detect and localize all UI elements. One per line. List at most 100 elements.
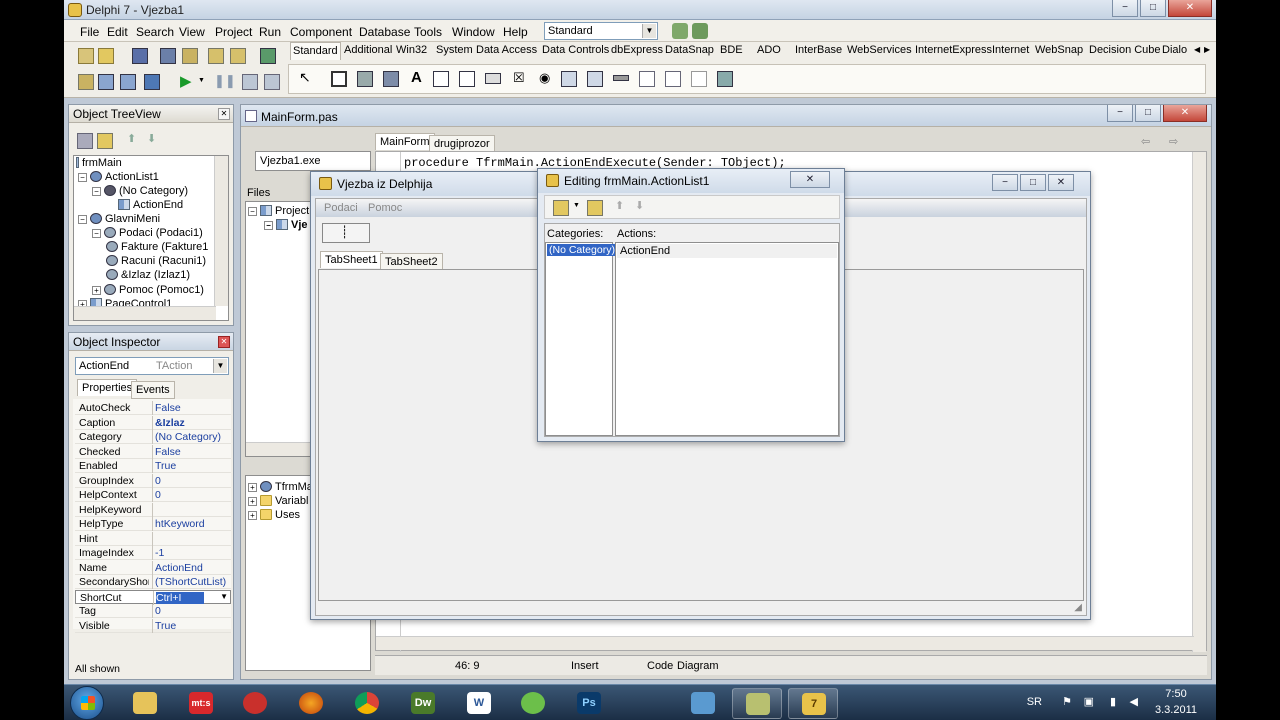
toggle-form-unit-icon[interactable]: [120, 74, 136, 90]
taskbar-notes[interactable]: [732, 688, 782, 719]
palette-tab-internet[interactable]: Internet: [990, 44, 1031, 60]
tree-item[interactable]: + Uses: [248, 509, 300, 521]
chevron-down-icon[interactable]: ▼: [573, 202, 580, 209]
tree-item[interactable]: + Pomoc (Pomoc1): [92, 284, 204, 296]
start-button[interactable]: [70, 686, 104, 720]
palette-scroll-left-icon[interactable]: ◀: [1194, 45, 1200, 54]
open-project-icon[interactable]: [182, 48, 198, 64]
palette-tab-win32[interactable]: Win32: [394, 44, 429, 60]
new-icon[interactable]: [78, 48, 94, 64]
maximize-button[interactable]: □: [1140, 0, 1166, 17]
mainmenu-icon[interactable]: [357, 71, 373, 87]
palette-tab-interbase[interactable]: InterBase: [793, 44, 844, 60]
property-row[interactable]: Category (No Category): [75, 430, 231, 444]
property-value[interactable]: -1: [155, 547, 231, 559]
form-toolbar-button[interactable]: ┊: [322, 223, 370, 243]
tab-mainform[interactable]: MainForm: [375, 133, 435, 150]
property-row[interactable]: Tag 0: [75, 604, 231, 618]
desktop-layout-combo[interactable]: Standard ▼: [544, 22, 658, 40]
property-row[interactable]: HelpKeyword: [75, 502, 231, 517]
property-value[interactable]: htKeyword: [155, 518, 231, 530]
trace-into-icon[interactable]: [242, 74, 258, 90]
palette-tab-ado[interactable]: ADO: [755, 44, 783, 60]
palette-tab-websnap[interactable]: WebSnap: [1033, 44, 1085, 60]
tree-item[interactable]: &Izlaz (Izlaz1): [106, 269, 190, 281]
open-icon[interactable]: [98, 48, 114, 64]
tree-item[interactable]: − Project: [248, 205, 309, 217]
edit-tool-icon[interactable]: [433, 71, 449, 87]
property-row[interactable]: HelpType htKeyword: [75, 517, 231, 531]
action-editor-close-button[interactable]: ✕: [790, 171, 830, 188]
clock-time[interactable]: 7:50: [1150, 688, 1202, 700]
move-down-icon[interactable]: ⬇: [147, 132, 156, 145]
palette-tab-datasnap[interactable]: DataSnap: [663, 44, 716, 60]
tab-properties[interactable]: Properties: [77, 379, 138, 396]
forward-arrow-icon[interactable]: ⇨: [1169, 135, 1178, 148]
tree-item[interactable]: + TfrmMa: [248, 481, 313, 493]
tree-item[interactable]: − Vje: [264, 219, 308, 231]
desktop-set-debug-icon[interactable]: [692, 23, 708, 39]
form-close-button[interactable]: ✕: [1048, 174, 1074, 191]
property-value[interactable]: False: [155, 446, 231, 458]
checkbox-tool-icon[interactable]: ☒: [513, 70, 525, 86]
new-action-icon[interactable]: [553, 200, 569, 216]
property-value[interactable]: ActionEnd: [155, 562, 231, 574]
move-down-icon[interactable]: ⬇: [635, 199, 644, 212]
property-row[interactable]: AutoCheck False: [75, 401, 231, 415]
editor-close-button[interactable]: ✕: [1163, 105, 1207, 122]
property-value[interactable]: 0: [155, 605, 231, 617]
taskbar-explorer[interactable]: [120, 688, 170, 719]
move-up-icon[interactable]: ⬆: [127, 132, 136, 145]
menu-help[interactable]: Help: [503, 25, 528, 39]
add-file-icon[interactable]: [208, 48, 224, 64]
delete-action-icon[interactable]: [587, 200, 603, 216]
form-maximize-button[interactable]: □: [1020, 174, 1046, 191]
memo-tool-icon[interactable]: [459, 71, 475, 87]
tree-item[interactable]: Racuni (Racuni1): [106, 255, 206, 267]
form-menu-podaci[interactable]: Podaci: [324, 202, 358, 214]
menu-file[interactable]: File: [80, 25, 99, 39]
menu-view[interactable]: View: [179, 25, 205, 39]
palette-tab-data-controls[interactable]: Data Controls: [540, 44, 611, 60]
view-unit-icon[interactable]: [78, 74, 94, 90]
property-row[interactable]: Hint: [75, 531, 231, 546]
palette-tab-additional[interactable]: Additional: [342, 44, 394, 60]
form-menu-pomoc[interactable]: Pomoc: [368, 202, 402, 214]
save-all-icon[interactable]: [160, 48, 176, 64]
menu-edit[interactable]: Edit: [107, 25, 128, 39]
new-category-icon[interactable]: [97, 133, 113, 149]
property-row[interactable]: SecondaryShor (TShortCutList): [75, 575, 231, 589]
taskbar-mts[interactable]: mt:s: [176, 688, 226, 719]
chevron-down-icon[interactable]: ▼: [220, 592, 228, 601]
tree-item[interactable]: − GlavniMeni: [78, 213, 160, 225]
taskbar-network[interactable]: [678, 688, 728, 719]
property-value[interactable]: True: [155, 620, 231, 632]
network-tray-icon[interactable]: ▣: [1084, 695, 1094, 708]
project-file-field[interactable]: Vjezba1.exe: [255, 151, 371, 171]
tree-item[interactable]: − ActionList1: [78, 171, 159, 183]
menu-project[interactable]: Project: [215, 25, 252, 39]
property-value[interactable]: Ctrl+I: [156, 591, 204, 604]
property-row[interactable]: Name ActionEnd: [75, 560, 231, 575]
property-value[interactable]: (TShortCutList): [155, 576, 231, 588]
palette-scroll-right-icon[interactable]: ▶: [1204, 45, 1210, 54]
tree-item[interactable]: − (No Category): [92, 185, 188, 197]
view-form-icon[interactable]: [98, 74, 114, 90]
actionlist-tool-icon[interactable]: [717, 71, 733, 87]
property-value[interactable]: True: [155, 460, 231, 472]
language-indicator[interactable]: SR: [1027, 696, 1042, 708]
new-item-icon[interactable]: [77, 133, 93, 149]
palette-tab-dialogs[interactable]: Dialo: [1160, 44, 1189, 60]
close-icon[interactable]: ✕: [218, 336, 230, 348]
palette-tab-dbexpress[interactable]: dbExpress: [609, 44, 665, 60]
code-vertical-scrollbar[interactable]: [1192, 152, 1206, 652]
property-value[interactable]: &Izlaz: [155, 417, 231, 429]
size-grip-icon[interactable]: ◢: [1074, 602, 1082, 613]
form-minimize-button[interactable]: −: [992, 174, 1018, 191]
property-row[interactable]: Caption &Izlaz: [75, 415, 231, 430]
pointer-tool-icon[interactable]: ↖: [299, 69, 311, 86]
menu-run[interactable]: Run: [259, 25, 281, 39]
flag-icon[interactable]: ⚑: [1062, 695, 1072, 708]
run-icon[interactable]: ▶: [180, 72, 192, 90]
pause-icon[interactable]: ❚❚: [214, 73, 236, 89]
